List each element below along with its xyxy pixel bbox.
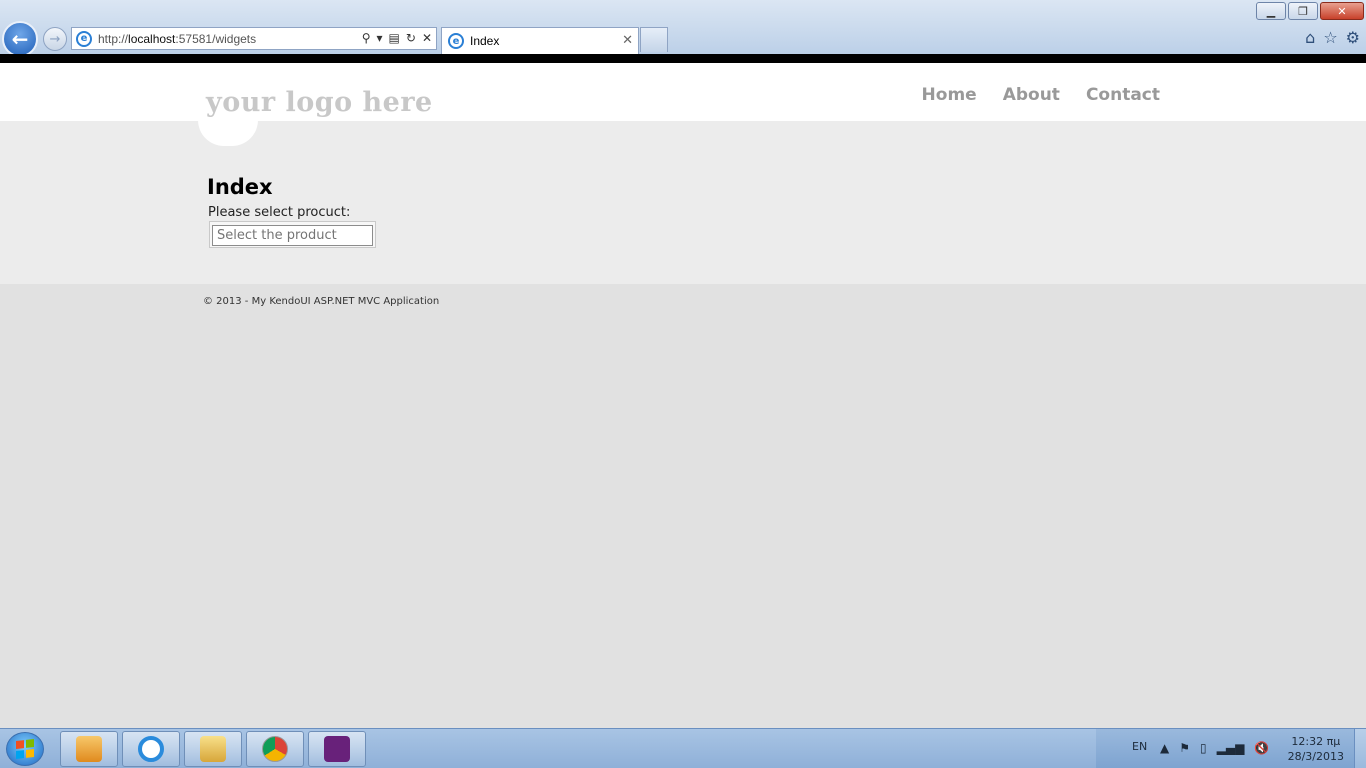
back-button[interactable]: ←: [2, 21, 38, 57]
home-icon[interactable]: ⌂: [1305, 28, 1315, 47]
battery-icon[interactable]: ▯: [1200, 741, 1207, 755]
minimize-button[interactable]: ▁: [1256, 2, 1286, 20]
system-tray: EN ▲ ⚑ ▯ ▂▄▆ 🔇 12:32 πμ 28/3/2013: [1096, 729, 1366, 768]
product-combobox: [209, 221, 376, 248]
url-scheme: http://: [98, 31, 129, 46]
taskbar-chrome[interactable]: [246, 731, 304, 767]
product-input[interactable]: [212, 225, 373, 246]
volume-muted-icon[interactable]: 🔇: [1254, 741, 1269, 755]
arrow-right-icon: →: [49, 31, 61, 47]
flag-icon[interactable]: ⚑: [1179, 741, 1190, 755]
window-controls: ▁ ❐ ✕: [1256, 2, 1364, 20]
clock[interactable]: 12:32 πμ 28/3/2013: [1288, 734, 1344, 764]
signal-icon[interactable]: ▂▄▆: [1217, 741, 1245, 755]
taskbar-outlook[interactable]: [60, 731, 118, 767]
search-icon[interactable]: ⚲: [362, 31, 371, 45]
url-text: http://localhost:57581/widgets: [98, 32, 256, 46]
page-title: Index: [207, 175, 273, 199]
show-hidden-icon[interactable]: ▲: [1160, 741, 1169, 755]
taskbar-ie[interactable]: [122, 731, 180, 767]
start-button[interactable]: [6, 732, 44, 766]
url-host: localhost: [128, 31, 176, 46]
stop-icon[interactable]: ✕: [422, 31, 432, 45]
menu-home[interactable]: Home: [922, 85, 977, 105]
refresh-icon[interactable]: ↻: [406, 31, 416, 45]
ie-icon: [138, 736, 164, 762]
browser-tab[interactable]: e Index ✕: [441, 27, 639, 54]
favorites-star-icon[interactable]: ☆: [1323, 28, 1337, 47]
arrow-left-icon: ←: [11, 27, 29, 51]
restore-button[interactable]: ❐: [1288, 2, 1318, 20]
main-content: Index Please select procuct:: [0, 121, 1366, 284]
dropdown-icon[interactable]: ▾: [377, 31, 383, 45]
taskbar-visual-studio[interactable]: [308, 731, 366, 767]
menu-contact[interactable]: Contact: [1086, 85, 1160, 105]
url-path: :57581/widgets: [175, 31, 257, 46]
language-indicator[interactable]: EN: [1132, 740, 1147, 753]
new-tab-button[interactable]: [640, 27, 668, 52]
black-bar: [0, 54, 1366, 63]
clock-time: 12:32 πμ: [1291, 735, 1341, 748]
address-bar[interactable]: e http://localhost:57581/widgets ⚲ ▾ ▤ ↻…: [71, 27, 437, 50]
tray-icons: ▲ ⚑ ▯ ▂▄▆ 🔇: [1160, 741, 1269, 755]
site-logo[interactable]: your logo here: [206, 87, 433, 118]
taskbar-explorer[interactable]: [184, 731, 242, 767]
footer-copyright: © 2013 - My KendoUI ASP.NET MVC Applicat…: [203, 296, 440, 307]
gear-icon[interactable]: ⚙: [1346, 28, 1360, 47]
tab-favicon-icon: e: [448, 33, 464, 49]
folder-icon: [200, 736, 226, 762]
taskbar: EN ▲ ⚑ ▯ ▂▄▆ 🔇 12:32 πμ 28/3/2013: [0, 728, 1366, 768]
menu-about[interactable]: About: [1003, 85, 1060, 105]
show-desktop-button[interactable]: [1354, 729, 1366, 768]
visual-studio-icon: [324, 736, 350, 762]
forward-button[interactable]: →: [43, 27, 67, 51]
close-window-button[interactable]: ✕: [1320, 2, 1364, 20]
browser-tools: ⌂ ☆ ⚙: [1305, 28, 1360, 47]
chrome-icon: [262, 736, 288, 762]
site-header: your logo here Home About Contact: [0, 63, 1366, 121]
ie-favicon-icon: e: [76, 30, 92, 47]
address-tools: ⚲ ▾ ▤ ↻ ✕: [362, 31, 432, 45]
close-tab-icon[interactable]: ✕: [622, 33, 633, 48]
windows-logo-icon: [16, 739, 34, 759]
tab-title: Index: [470, 34, 500, 48]
browser-chrome: ▁ ❐ ✕ ← → e http://localhost:57581/widge…: [0, 0, 1366, 57]
product-label: Please select procuct:: [208, 205, 351, 220]
outlook-icon: [76, 736, 102, 762]
compatibility-icon[interactable]: ▤: [389, 31, 400, 45]
main-menu: Home About Contact: [922, 85, 1160, 105]
clock-date: 28/3/2013: [1287, 750, 1344, 763]
